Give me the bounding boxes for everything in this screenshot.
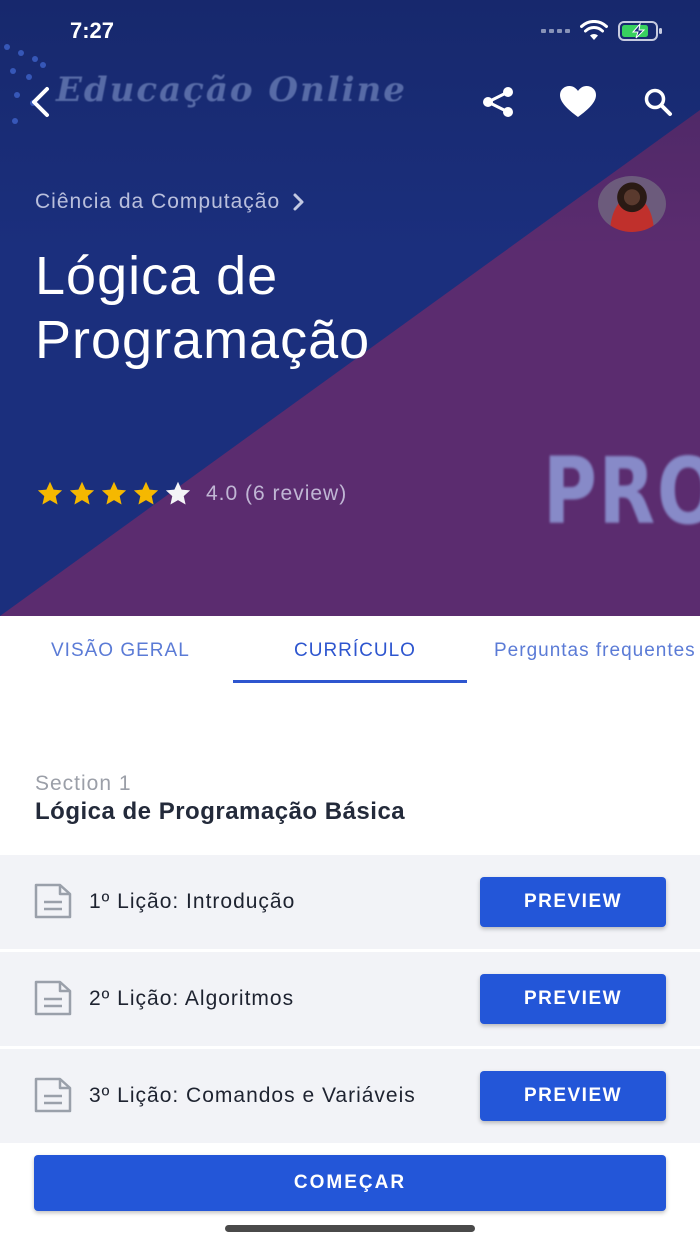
star-empty-icon [165, 481, 191, 505]
document-icon [34, 1077, 72, 1113]
status-time: 7:27 [70, 18, 115, 43]
cellular-signal-icon [541, 29, 570, 33]
lesson-title: 3º Lição: Comandos e Variáveis [89, 1084, 416, 1107]
lesson-row[interactable]: 1º Lição: Introdução PREVIEW [0, 855, 700, 949]
star-filled-icon [69, 481, 95, 505]
lesson-title: 1º Lição: Introdução [89, 890, 296, 913]
background-banner-text: PRO [543, 438, 700, 545]
star-filled-icon [37, 481, 63, 505]
star-filled-icon [101, 481, 127, 505]
status-icons [541, 20, 664, 42]
course-tabs: VISÃO GERAL CURRÍCULO Perguntas frequent… [0, 616, 700, 686]
back-chevron-icon [32, 87, 49, 117]
star-filled-icon [133, 481, 159, 505]
back-button[interactable] [20, 80, 60, 124]
start-button[interactable]: COMEÇAR [34, 1155, 666, 1211]
lesson-row[interactable]: 2º Lição: Algoritmos PREVIEW [0, 952, 700, 1046]
home-indicator [225, 1225, 475, 1232]
wifi-icon [580, 20, 608, 40]
rating-text: 4.0 (6 review) [206, 482, 348, 505]
preview-button[interactable]: PREVIEW [480, 974, 666, 1024]
section-number: Section 1 [35, 772, 132, 795]
search-button[interactable] [636, 80, 680, 124]
rating-stars [36, 480, 192, 508]
category-breadcrumb[interactable]: Ciência da Computação [35, 190, 306, 214]
heart-icon [560, 86, 596, 117]
chevron-right-icon [293, 193, 304, 211]
search-icon [644, 88, 672, 116]
course-hero: Educação Online PRO 7:27 [0, 0, 700, 616]
course-title: Lógica de Programação [35, 246, 371, 370]
preview-button[interactable]: PREVIEW [480, 1071, 666, 1121]
lesson-title: 2º Lição: Algoritmos [89, 987, 295, 1010]
section-title: Lógica de Programação Básica [35, 798, 406, 825]
instructor-avatar[interactable] [598, 176, 666, 232]
tab-faq[interactable]: Perguntas frequentes [494, 616, 696, 686]
share-button[interactable] [476, 80, 520, 124]
background-brand-text: Educação Online [56, 70, 407, 110]
category-label: Ciência da Computação [35, 190, 281, 213]
share-icon [483, 87, 513, 117]
document-icon [34, 883, 72, 919]
tab-overview[interactable]: VISÃO GERAL [51, 616, 190, 686]
lesson-row[interactable]: 3º Lição: Comandos e Variáveis PREVIEW [0, 1049, 700, 1143]
document-icon [34, 980, 72, 1016]
course-rating: 4.0 (6 review) [36, 480, 347, 508]
tab-curriculum[interactable]: CURRÍCULO [294, 616, 416, 686]
battery-charging-icon [618, 21, 662, 41]
preview-button[interactable]: PREVIEW [480, 877, 666, 927]
favorite-button[interactable] [556, 80, 600, 124]
active-tab-indicator [233, 680, 467, 683]
